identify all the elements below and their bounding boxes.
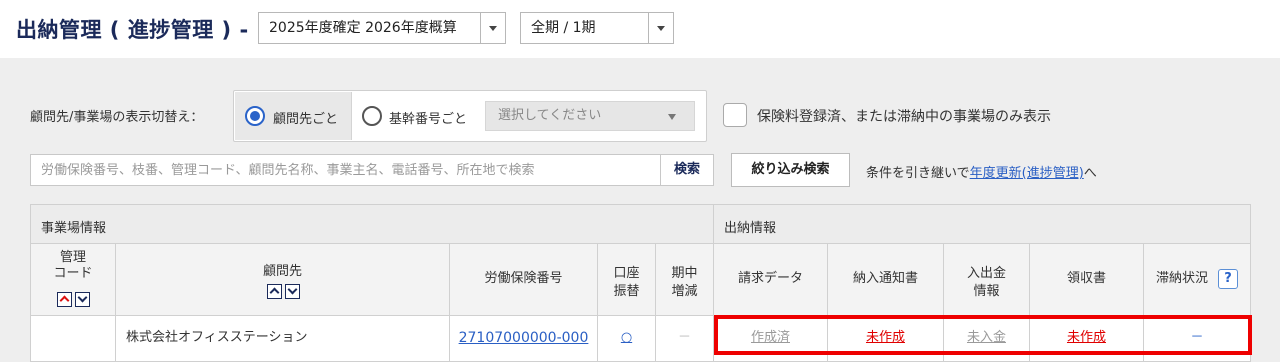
arrears-only-checkbox[interactable] <box>723 103 747 127</box>
col-transfer-line2: 振替 <box>613 284 640 299</box>
display-switch-group: 顧問先ごと 基幹番号ごと 選択してください <box>233 90 707 142</box>
col-code-line2: コード <box>53 266 93 281</box>
filter-search-button[interactable]: 絞り込み検索 <box>731 153 850 187</box>
sort-desc-icon[interactable] <box>75 292 90 307</box>
base-number-select-placeholder: 選択してください <box>498 108 602 123</box>
period-value: 全期 / 1期 <box>531 20 596 36</box>
col-header-receipt: 領収書 <box>1030 244 1144 316</box>
col-deposit-line2: 情報 <box>973 284 1000 299</box>
transfer-link[interactable]: ○ <box>621 330 632 345</box>
base-number-select[interactable]: 選択してください <box>485 101 695 131</box>
radio-option-client[interactable]: 顧問先ごと <box>235 92 351 140</box>
col-header-insurance-no: 労働保険番号 <box>450 244 598 316</box>
radio-base-label: 基幹番号ごと <box>389 112 468 127</box>
insurance-number-link[interactable]: 27107000000-000 <box>459 330 589 346</box>
col-arrears-label: 滞納状況 <box>1155 271 1208 286</box>
col-deposit-line1: 入出金 <box>966 266 1006 281</box>
chevron-down-icon <box>648 13 673 43</box>
divider <box>351 92 352 140</box>
cell-insurance-no: 27107000000-000 <box>450 316 598 362</box>
fiscal-year-select[interactable]: 2025年度確定 2026年度概算 <box>258 12 506 44</box>
col-transfer-line1: 口座 <box>613 266 640 281</box>
col-header-client: 顧問先 <box>116 244 450 316</box>
sort-asc-icon[interactable] <box>266 284 282 299</box>
page-title: 出納管理 ( 進捗管理 ) - <box>16 18 249 42</box>
radio-client-label: 顧問先ごと <box>273 112 339 127</box>
cell-change: － <box>656 316 714 362</box>
col-code-line1: 管理 <box>59 250 86 265</box>
search-bar: 検索 <box>30 154 714 186</box>
col-header-billing: 請求データ <box>714 244 828 316</box>
col-header-deposit: 入出金 情報 <box>944 244 1030 316</box>
col-header-change: 期中 増減 <box>656 244 714 316</box>
search-input[interactable] <box>31 155 661 185</box>
col-header-transfer: 口座 振替 <box>598 244 656 316</box>
fiscal-year-value: 2025年度確定 2026年度概算 <box>269 20 457 36</box>
sort-asc-icon[interactable] <box>57 292 72 307</box>
arrears-only-label: 保険料登録済、または滞納中の事業場のみ表示 <box>757 109 1051 125</box>
group-header-payment: 出納情報 <box>714 204 1251 244</box>
page-header: 出納管理 ( 進捗管理 ) - 2025年度確定 2026年度概算 全期 / 1… <box>0 0 1280 58</box>
search-button[interactable]: 検索 <box>660 155 713 185</box>
display-switch-label: 顧問先/事業場の表示切替え： <box>30 110 204 125</box>
col-change-line1: 期中 <box>671 266 698 281</box>
code-sort-buttons <box>57 292 91 309</box>
sort-desc-icon[interactable] <box>284 284 300 299</box>
col-header-arrears: 滞納状況? <box>1144 244 1251 316</box>
col-change-line2: 増減 <box>671 284 698 299</box>
cell-code <box>30 316 116 362</box>
carry-over-text: 条件を引き継いで年度更新(進捗管理)へ <box>866 162 1097 181</box>
cell-client: 株式会社オフィスステーション <box>116 316 450 362</box>
col-header-notice: 納入通知書 <box>828 244 944 316</box>
carry-over-prefix: 条件を引き継いで <box>866 166 970 181</box>
radio-option-base-number[interactable] <box>362 106 382 126</box>
chevron-down-icon <box>480 13 505 43</box>
highlight-frame <box>714 315 1252 355</box>
group-header-business: 事業場情報 <box>30 204 714 244</box>
carry-over-suffix: へ <box>1083 166 1097 181</box>
period-select[interactable]: 全期 / 1期 <box>520 12 674 44</box>
col-client-label: 顧問先 <box>262 264 302 279</box>
help-icon[interactable]: ? <box>1218 268 1238 289</box>
cell-transfer: ○ <box>598 316 656 362</box>
year-update-link[interactable]: 年度更新(進捗管理) <box>970 166 1084 181</box>
client-sort-buttons <box>266 284 301 301</box>
radio-selected-icon[interactable] <box>245 106 265 126</box>
col-header-code: 管理 コード <box>30 244 116 316</box>
